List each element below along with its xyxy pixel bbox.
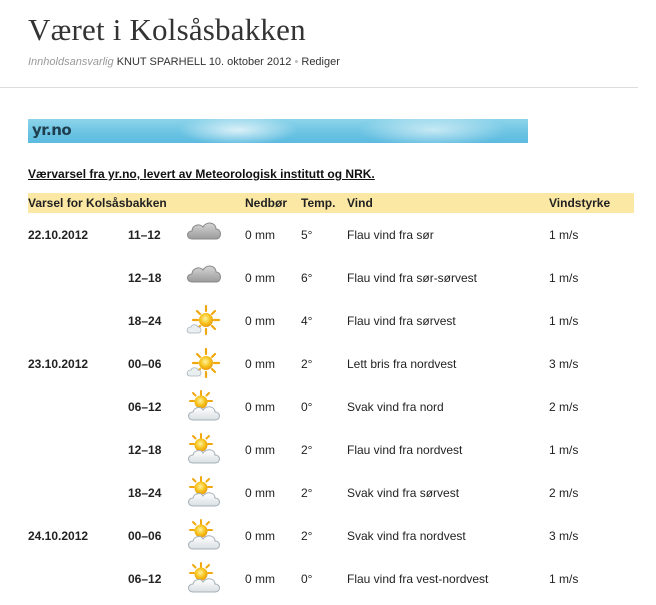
forecast-precipitation: 0 mm — [245, 271, 275, 285]
forecast-wind: Flau vind fra sørvest — [347, 314, 456, 328]
header-rain: Nedbør — [245, 196, 287, 210]
forecast-wind-strength: 1 m/s — [549, 314, 579, 328]
forecast-row: 06–12 0 mm 0° Flau vind fra vest-nordvest 1 … — [28, 557, 634, 600]
sun-cloud-icon — [184, 346, 224, 380]
forecast-temperature: 2° — [301, 529, 313, 543]
forecast-wind: Flau vind fra sør-sørvest — [347, 271, 478, 285]
header-divider — [0, 87, 638, 88]
forecast-period: 00–06 — [128, 357, 162, 371]
forecast-temperature: 2° — [301, 486, 313, 500]
forecast-precipitation: 0 mm — [245, 529, 275, 543]
forecast-temperature: 2° — [301, 443, 313, 457]
forecast-wind-strength: 2 m/s — [549, 400, 579, 414]
header-wind: Vind — [347, 196, 373, 210]
forecast-table-header: Varsel for Kolsåsbakken Nedbør Temp. Vin… — [28, 193, 634, 213]
yr-banner[interactable]: yr.no — [28, 119, 528, 143]
forecast-precipitation: 0 mm — [245, 443, 275, 457]
forecast-precipitation: 0 mm — [245, 400, 275, 414]
forecast-temperature: 0° — [301, 400, 313, 414]
forecast-precipitation: 0 mm — [245, 486, 275, 500]
banner-cloud-decoration — [358, 119, 508, 143]
forecast-row: 18–24 0 mm 4° Flau vind fra sørvest 1 m/s — [28, 299, 634, 342]
partly-cloudy-icon — [184, 389, 224, 423]
forecast-precipitation: 0 mm — [245, 314, 275, 328]
partly-cloudy-icon — [184, 432, 224, 466]
forecast-wind: Svak vind fra nordvest — [347, 529, 466, 543]
forecast-row: 06–12 0 mm 0° Svak vind fra nord 2 m/s — [28, 385, 634, 428]
meta-label: Innholdsansvarlig — [28, 56, 114, 68]
forecast-row: 23.10.2012 00–06 0 mm 2° Lett bris fra nordv… — [28, 342, 634, 385]
forecast-row: 22.10.2012 11–12 0 mm 5° Flau vind fra sør 1 … — [28, 213, 634, 256]
forecast-wind: Svak vind fra nord — [347, 400, 444, 414]
forecast-temperature: 2° — [301, 357, 313, 371]
forecast-precipitation: 0 mm — [245, 357, 275, 371]
forecast-wind-strength: 1 m/s — [549, 271, 579, 285]
cloudy-icon — [184, 260, 224, 286]
forecast-wind: Lett bris fra nordvest — [347, 357, 457, 371]
banner-cloud-decoration — [178, 119, 298, 143]
meta-separator: • — [294, 56, 299, 68]
forecast-row: 24.10.2012 00–06 0 mm 2° Svak vind fra nordv… — [28, 514, 634, 557]
post-title: Været i Kolsåsbakken — [28, 12, 306, 47]
forecast-date: 24.10.2012 — [28, 529, 89, 543]
forecast-precipitation: 0 mm — [245, 572, 275, 586]
forecast-period: 11–12 — [128, 228, 161, 242]
forecast-row: 18–24 0 mm 2° Svak vind fra sørvest 2 m/s — [28, 471, 634, 514]
forecast-wind-strength: 3 m/s — [549, 357, 579, 371]
forecast-period: 06–12 — [128, 572, 162, 586]
partly-cloudy-icon — [184, 518, 224, 552]
edit-link[interactable]: Rediger — [301, 56, 340, 68]
forecast-temperature: 5° — [301, 228, 313, 242]
forecast-temperature: 4° — [301, 314, 313, 328]
forecast-row: 12–18 0 mm 6° Flau vind fra sør-sørvest 1 m/… — [28, 256, 634, 299]
forecast-wind: Flau vind fra sør — [347, 228, 434, 242]
forecast-wind: Svak vind fra sørvest — [347, 486, 460, 500]
forecast-wind-strength: 1 m/s — [549, 228, 579, 242]
forecast-date: 23.10.2012 — [28, 357, 89, 371]
forecast-source-link[interactable]: Værvarsel fra yr.no, levert av Meteorolo… — [28, 167, 375, 181]
forecast-wind: Flau vind fra vest-nordvest — [347, 572, 489, 586]
forecast-period: 18–24 — [128, 314, 162, 328]
forecast-wind-strength: 3 m/s — [549, 529, 579, 543]
post-date: 10. oktober 2012 — [208, 56, 292, 68]
forecast-period: 06–12 — [128, 400, 162, 414]
cloudy-icon — [184, 217, 224, 243]
forecast-wind-strength: 1 m/s — [549, 443, 579, 457]
header-strength: Vindstyrke — [549, 196, 611, 210]
forecast-row: 12–18 0 mm 2° Flau vind fra nordvest 1 m/s — [28, 428, 634, 471]
forecast-precipitation: 0 mm — [245, 228, 275, 242]
forecast-period: 12–18 — [128, 271, 162, 285]
forecast-wind-strength: 2 m/s — [549, 486, 579, 500]
partly-cloudy-icon — [184, 475, 224, 509]
forecast-period: 00–06 — [128, 529, 162, 543]
forecast-date: 22.10.2012 — [28, 228, 89, 242]
header-temp: Temp. — [301, 196, 336, 210]
post-meta: Innholdsansvarlig KNUT SPARHELL 10. okto… — [28, 56, 340, 68]
forecast-temperature: 0° — [301, 572, 313, 586]
partly-cloudy-icon — [184, 561, 224, 595]
forecast-temperature: 6° — [301, 271, 313, 285]
forecast-wind-strength: 1 m/s — [549, 572, 579, 586]
author-name: KNUT SPARHELL — [116, 56, 206, 68]
yr-logo: yr.no — [32, 121, 72, 139]
forecast-wind: Flau vind fra nordvest — [347, 443, 463, 457]
forecast-period: 12–18 — [128, 443, 162, 457]
forecast-table: Varsel for Kolsåsbakken Nedbør Temp. Vin… — [28, 193, 634, 600]
header-place: Varsel for Kolsåsbakken — [28, 196, 167, 210]
forecast-period: 18–24 — [128, 486, 162, 500]
sun-cloud-icon — [184, 303, 224, 337]
